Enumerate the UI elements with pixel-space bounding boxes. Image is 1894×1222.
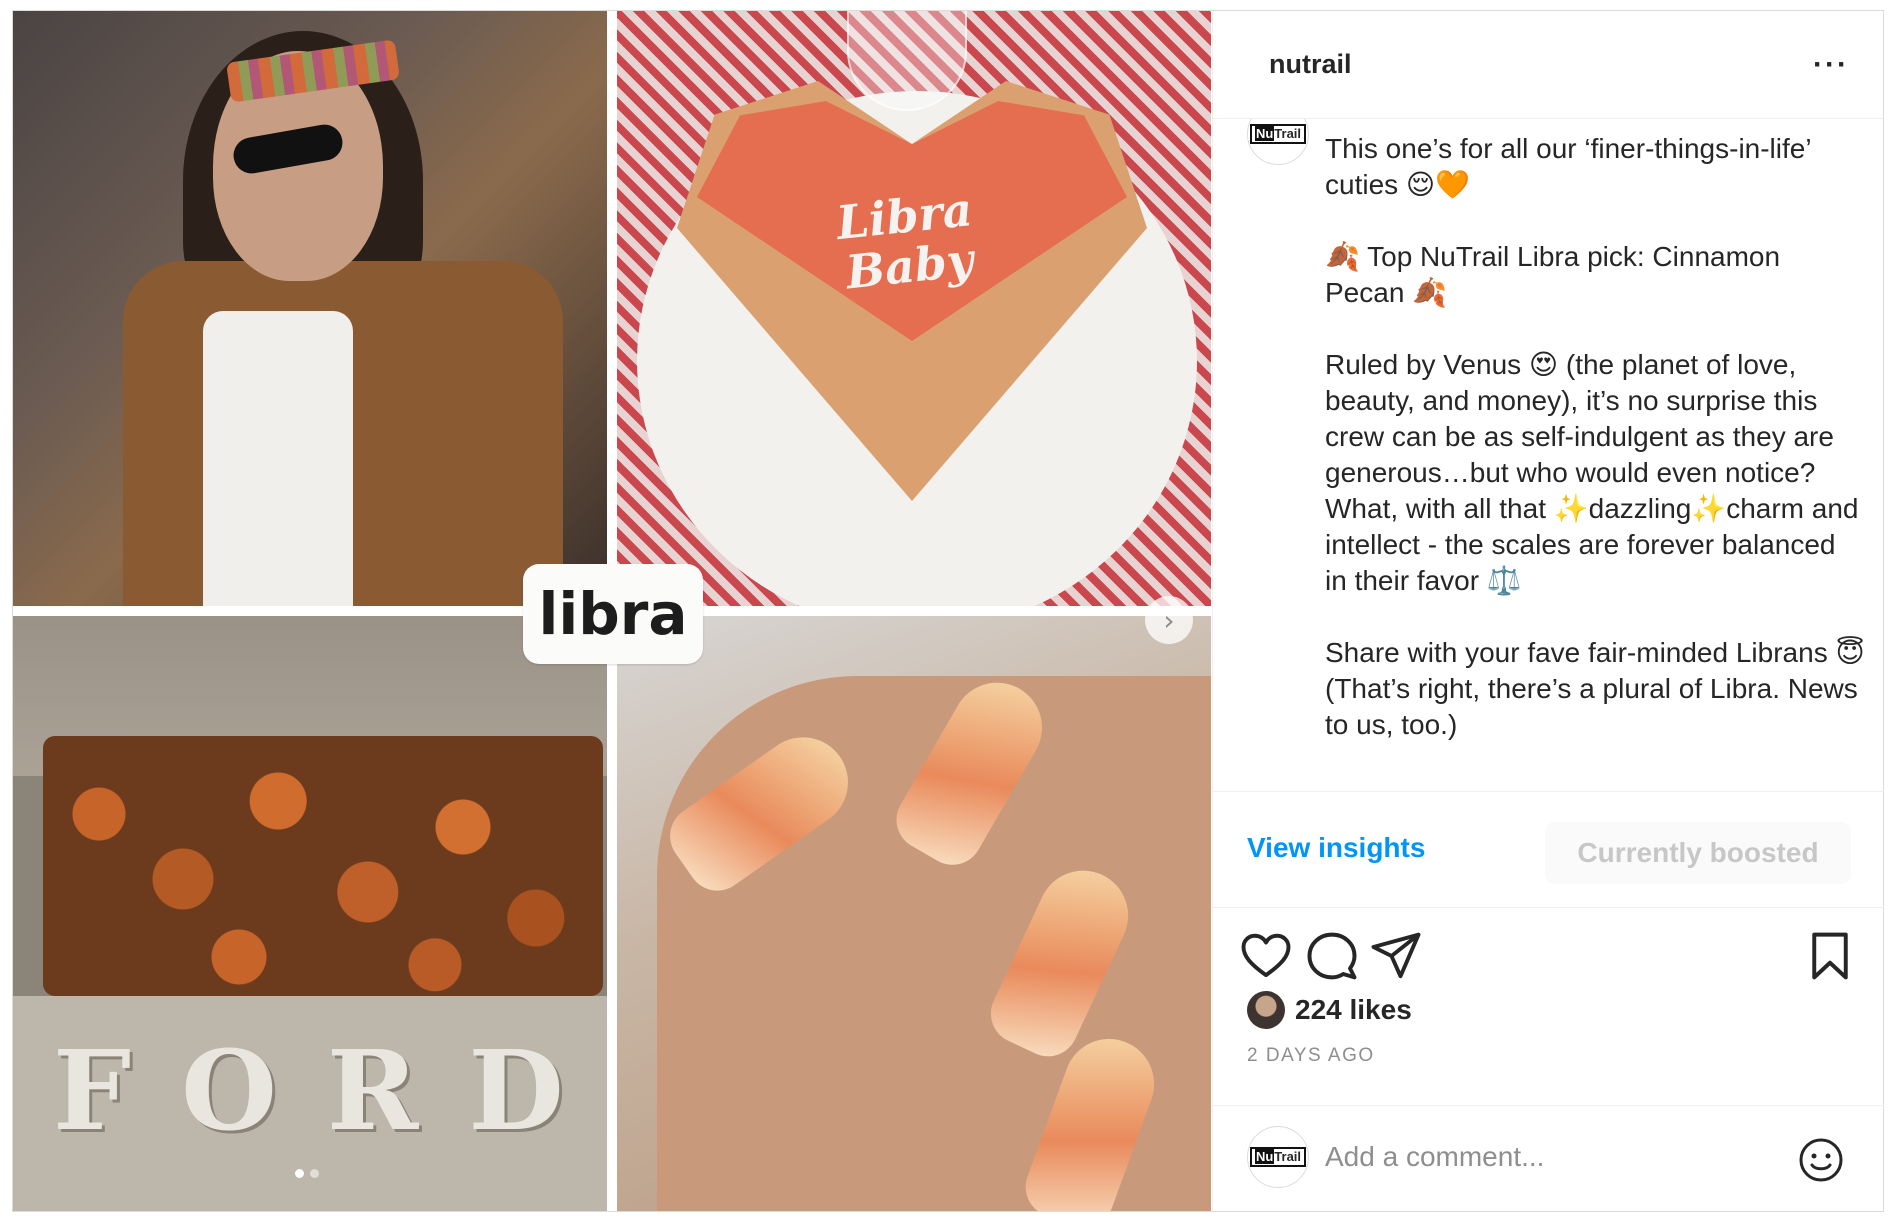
carousel-dot bbox=[310, 1169, 319, 1178]
photo-woman-jacket bbox=[13, 11, 607, 606]
comment-icon[interactable] bbox=[1305, 929, 1359, 983]
post-timestamp: 2 DAYS AGO bbox=[1247, 1045, 1375, 1066]
currently-boosted-button: Currently boosted bbox=[1545, 822, 1851, 884]
post-container: Libra Baby FORD libra › nutrail ··· NuTr… bbox=[12, 10, 1884, 1212]
photo-chrome-nails bbox=[617, 616, 1211, 1211]
avatar[interactable]: NuTrail bbox=[1247, 119, 1309, 165]
post-header: nutrail ··· bbox=[1213, 11, 1883, 119]
avatar: NuTrail bbox=[1247, 1126, 1309, 1188]
libra-badge: libra bbox=[523, 564, 703, 664]
insights-row: View insights Currently boosted bbox=[1213, 791, 1884, 908]
photo-pumpkin-truck: FORD bbox=[13, 616, 607, 1211]
send-icon[interactable] bbox=[1369, 929, 1423, 983]
chevron-right-icon: › bbox=[1163, 603, 1175, 637]
post-media[interactable]: Libra Baby FORD libra › bbox=[13, 11, 1211, 1211]
heart-icon[interactable] bbox=[1239, 929, 1293, 983]
action-bar bbox=[1213, 929, 1884, 999]
nutrail-logo: NuTrail bbox=[1249, 124, 1307, 144]
more-horizontal-icon[interactable]: ··· bbox=[1813, 48, 1849, 82]
caption-text: This one’s for all our ‘finer-things-in-… bbox=[1325, 133, 1865, 740]
truck-lettering: FORD bbox=[53, 1026, 607, 1155]
caption-area[interactable]: NuTrail This one’s for all our ‘finer-th… bbox=[1213, 119, 1884, 791]
bookmark-icon[interactable] bbox=[1803, 929, 1857, 983]
smiley-icon[interactable] bbox=[1797, 1136, 1845, 1184]
carousel-dot bbox=[295, 1169, 304, 1178]
view-insights-link[interactable]: View insights bbox=[1247, 832, 1425, 864]
carousel-next-button[interactable]: › bbox=[1145, 596, 1193, 644]
photo-heart-cake: Libra Baby bbox=[617, 11, 1211, 606]
nutrail-logo: NuTrail bbox=[1249, 1147, 1307, 1167]
likes-count[interactable]: 224 likes bbox=[1295, 994, 1412, 1026]
comment-input[interactable] bbox=[1325, 1134, 1765, 1180]
likes-row: 224 likes bbox=[1247, 991, 1412, 1029]
post-username[interactable]: nutrail bbox=[1269, 49, 1813, 80]
comment-row: NuTrail bbox=[1213, 1105, 1884, 1211]
liker-avatar[interactable] bbox=[1247, 991, 1285, 1029]
post-sidebar: nutrail ··· NuTrail This one’s for all o… bbox=[1212, 11, 1884, 1211]
carousel-dots bbox=[295, 1169, 319, 1178]
